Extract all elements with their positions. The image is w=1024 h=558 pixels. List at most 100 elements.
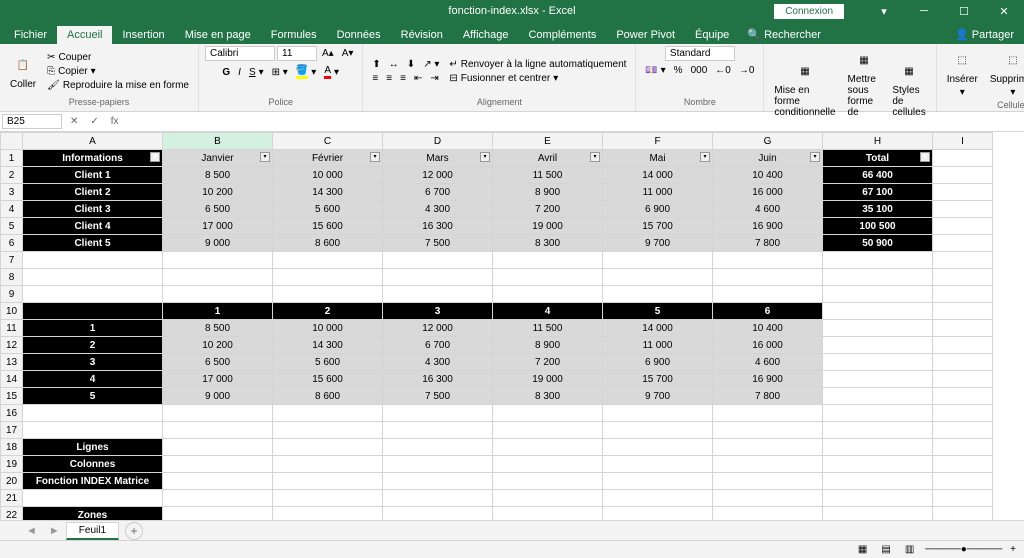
data-cell[interactable]: Colonnes	[23, 456, 163, 473]
sheet-nav-next[interactable]: ►	[43, 525, 66, 537]
data-cell[interactable]: 19 000	[493, 371, 603, 388]
header-cell[interactable]: Juin▾	[713, 150, 823, 167]
decrease-font-button[interactable]: A▾	[339, 47, 357, 60]
tab-affichage[interactable]: Affichage	[453, 26, 519, 44]
filter-arrow-icon[interactable]: ▾	[370, 152, 380, 162]
empty-cell[interactable]	[933, 286, 993, 303]
empty-cell[interactable]	[383, 422, 493, 439]
row-header[interactable]: 12	[1, 337, 23, 354]
empty-cell[interactable]	[493, 252, 603, 269]
row-header[interactable]: 1	[1, 150, 23, 167]
data-cell[interactable]: 15 600	[273, 218, 383, 235]
row-header[interactable]: 5	[1, 218, 23, 235]
empty-cell[interactable]	[163, 422, 273, 439]
empty-cell[interactable]	[603, 269, 713, 286]
row-header[interactable]: 14	[1, 371, 23, 388]
filter-arrow-icon[interactable]: ▾	[920, 152, 930, 162]
data-cell[interactable]: 7 200	[493, 201, 603, 218]
col-header[interactable]: C	[273, 133, 383, 150]
empty-cell[interactable]	[823, 252, 933, 269]
tab-formules[interactable]: Formules	[261, 26, 327, 44]
row-header[interactable]: 13	[1, 354, 23, 371]
increase-font-button[interactable]: A▴	[319, 47, 337, 60]
empty-cell[interactable]	[603, 439, 713, 456]
data-cell[interactable]: 7 800	[713, 235, 823, 252]
connexion-button[interactable]: Connexion	[774, 4, 844, 19]
empty-cell[interactable]	[383, 405, 493, 422]
row-header[interactable]: 3	[1, 184, 23, 201]
empty-cell[interactable]	[823, 320, 933, 337]
orientation-button[interactable]: ↗ ▾	[420, 58, 442, 71]
data-cell[interactable]: 12 000	[383, 167, 493, 184]
data-cell[interactable]: 35 100	[823, 201, 933, 218]
comma-button[interactable]: 000	[688, 64, 711, 77]
empty-cell[interactable]	[933, 252, 993, 269]
filter-arrow-icon[interactable]: ▾	[590, 152, 600, 162]
close-button[interactable]: ✕	[984, 0, 1024, 22]
increase-decimal-button[interactable]: ←0	[712, 64, 734, 77]
empty-cell[interactable]	[273, 473, 383, 490]
empty-cell[interactable]	[23, 269, 163, 286]
zoom-slider[interactable]: ─────●─────	[925, 544, 1002, 555]
col-header[interactable]: G	[713, 133, 823, 150]
empty-cell[interactable]	[823, 388, 933, 405]
tab-power-pivot[interactable]: Power Pivot	[606, 26, 685, 44]
filter-arrow-icon[interactable]: ▾	[260, 152, 270, 162]
empty-cell[interactable]	[933, 201, 993, 218]
data-cell[interactable]: 6 700	[383, 337, 493, 354]
data-cell[interactable]: 50 900	[823, 235, 933, 252]
col-header[interactable]: D	[383, 133, 493, 150]
data-cell[interactable]: Fonction INDEX Matrice	[23, 473, 163, 490]
name-box[interactable]	[2, 114, 62, 129]
data-cell[interactable]: 10 000	[273, 320, 383, 337]
data-cell[interactable]: 10 200	[163, 337, 273, 354]
data-cell[interactable]: 6 900	[603, 354, 713, 371]
header-cell[interactable]: 6	[713, 303, 823, 320]
tab-mise-en-page[interactable]: Mise en page	[175, 26, 261, 44]
decrease-indent-button[interactable]: ⇤	[411, 72, 425, 85]
empty-cell[interactable]	[933, 473, 993, 490]
data-cell[interactable]: 7 500	[383, 235, 493, 252]
empty-cell[interactable]	[823, 439, 933, 456]
empty-cell[interactable]	[713, 507, 823, 521]
fx-button[interactable]: fx	[105, 116, 125, 127]
empty-cell[interactable]	[163, 473, 273, 490]
data-cell[interactable]: 16 300	[383, 218, 493, 235]
empty-cell[interactable]	[273, 405, 383, 422]
empty-cell[interactable]	[383, 507, 493, 521]
empty-cell[interactable]	[933, 507, 993, 521]
data-cell[interactable]: 16 900	[713, 371, 823, 388]
font-color-button[interactable]: A ▾	[321, 64, 342, 80]
empty-cell[interactable]	[713, 269, 823, 286]
empty-cell[interactable]	[603, 286, 713, 303]
data-cell[interactable]: 4 300	[383, 201, 493, 218]
data-cell[interactable]: 15 700	[603, 218, 713, 235]
empty-cell[interactable]	[273, 252, 383, 269]
data-cell[interactable]	[23, 303, 163, 320]
data-cell[interactable]: 17 000	[163, 218, 273, 235]
decrease-decimal-button[interactable]: →0	[736, 64, 758, 77]
data-cell[interactable]: 8 300	[493, 388, 603, 405]
data-cell[interactable]: 6 900	[603, 201, 713, 218]
data-cell[interactable]: 8 500	[163, 320, 273, 337]
empty-cell[interactable]	[383, 456, 493, 473]
empty-cell[interactable]	[163, 456, 273, 473]
header-cell[interactable]: Informations▾	[23, 150, 163, 167]
view-pagebreak-button[interactable]: ▥	[902, 543, 917, 556]
empty-cell[interactable]	[493, 286, 603, 303]
data-cell[interactable]: 16 300	[383, 371, 493, 388]
data-cell[interactable]: Client 3	[23, 201, 163, 218]
empty-cell[interactable]	[823, 507, 933, 521]
row-header[interactable]: 8	[1, 269, 23, 286]
empty-cell[interactable]	[713, 252, 823, 269]
empty-cell[interactable]	[493, 439, 603, 456]
row-header[interactable]: 19	[1, 456, 23, 473]
data-cell[interactable]: 6 500	[163, 354, 273, 371]
empty-cell[interactable]	[823, 269, 933, 286]
empty-cell[interactable]	[933, 371, 993, 388]
data-cell[interactable]: 6 500	[163, 201, 273, 218]
data-cell[interactable]: 9 000	[163, 235, 273, 252]
data-cell[interactable]: 2	[23, 337, 163, 354]
data-cell[interactable]: 12 000	[383, 320, 493, 337]
data-cell[interactable]: 8 900	[493, 337, 603, 354]
